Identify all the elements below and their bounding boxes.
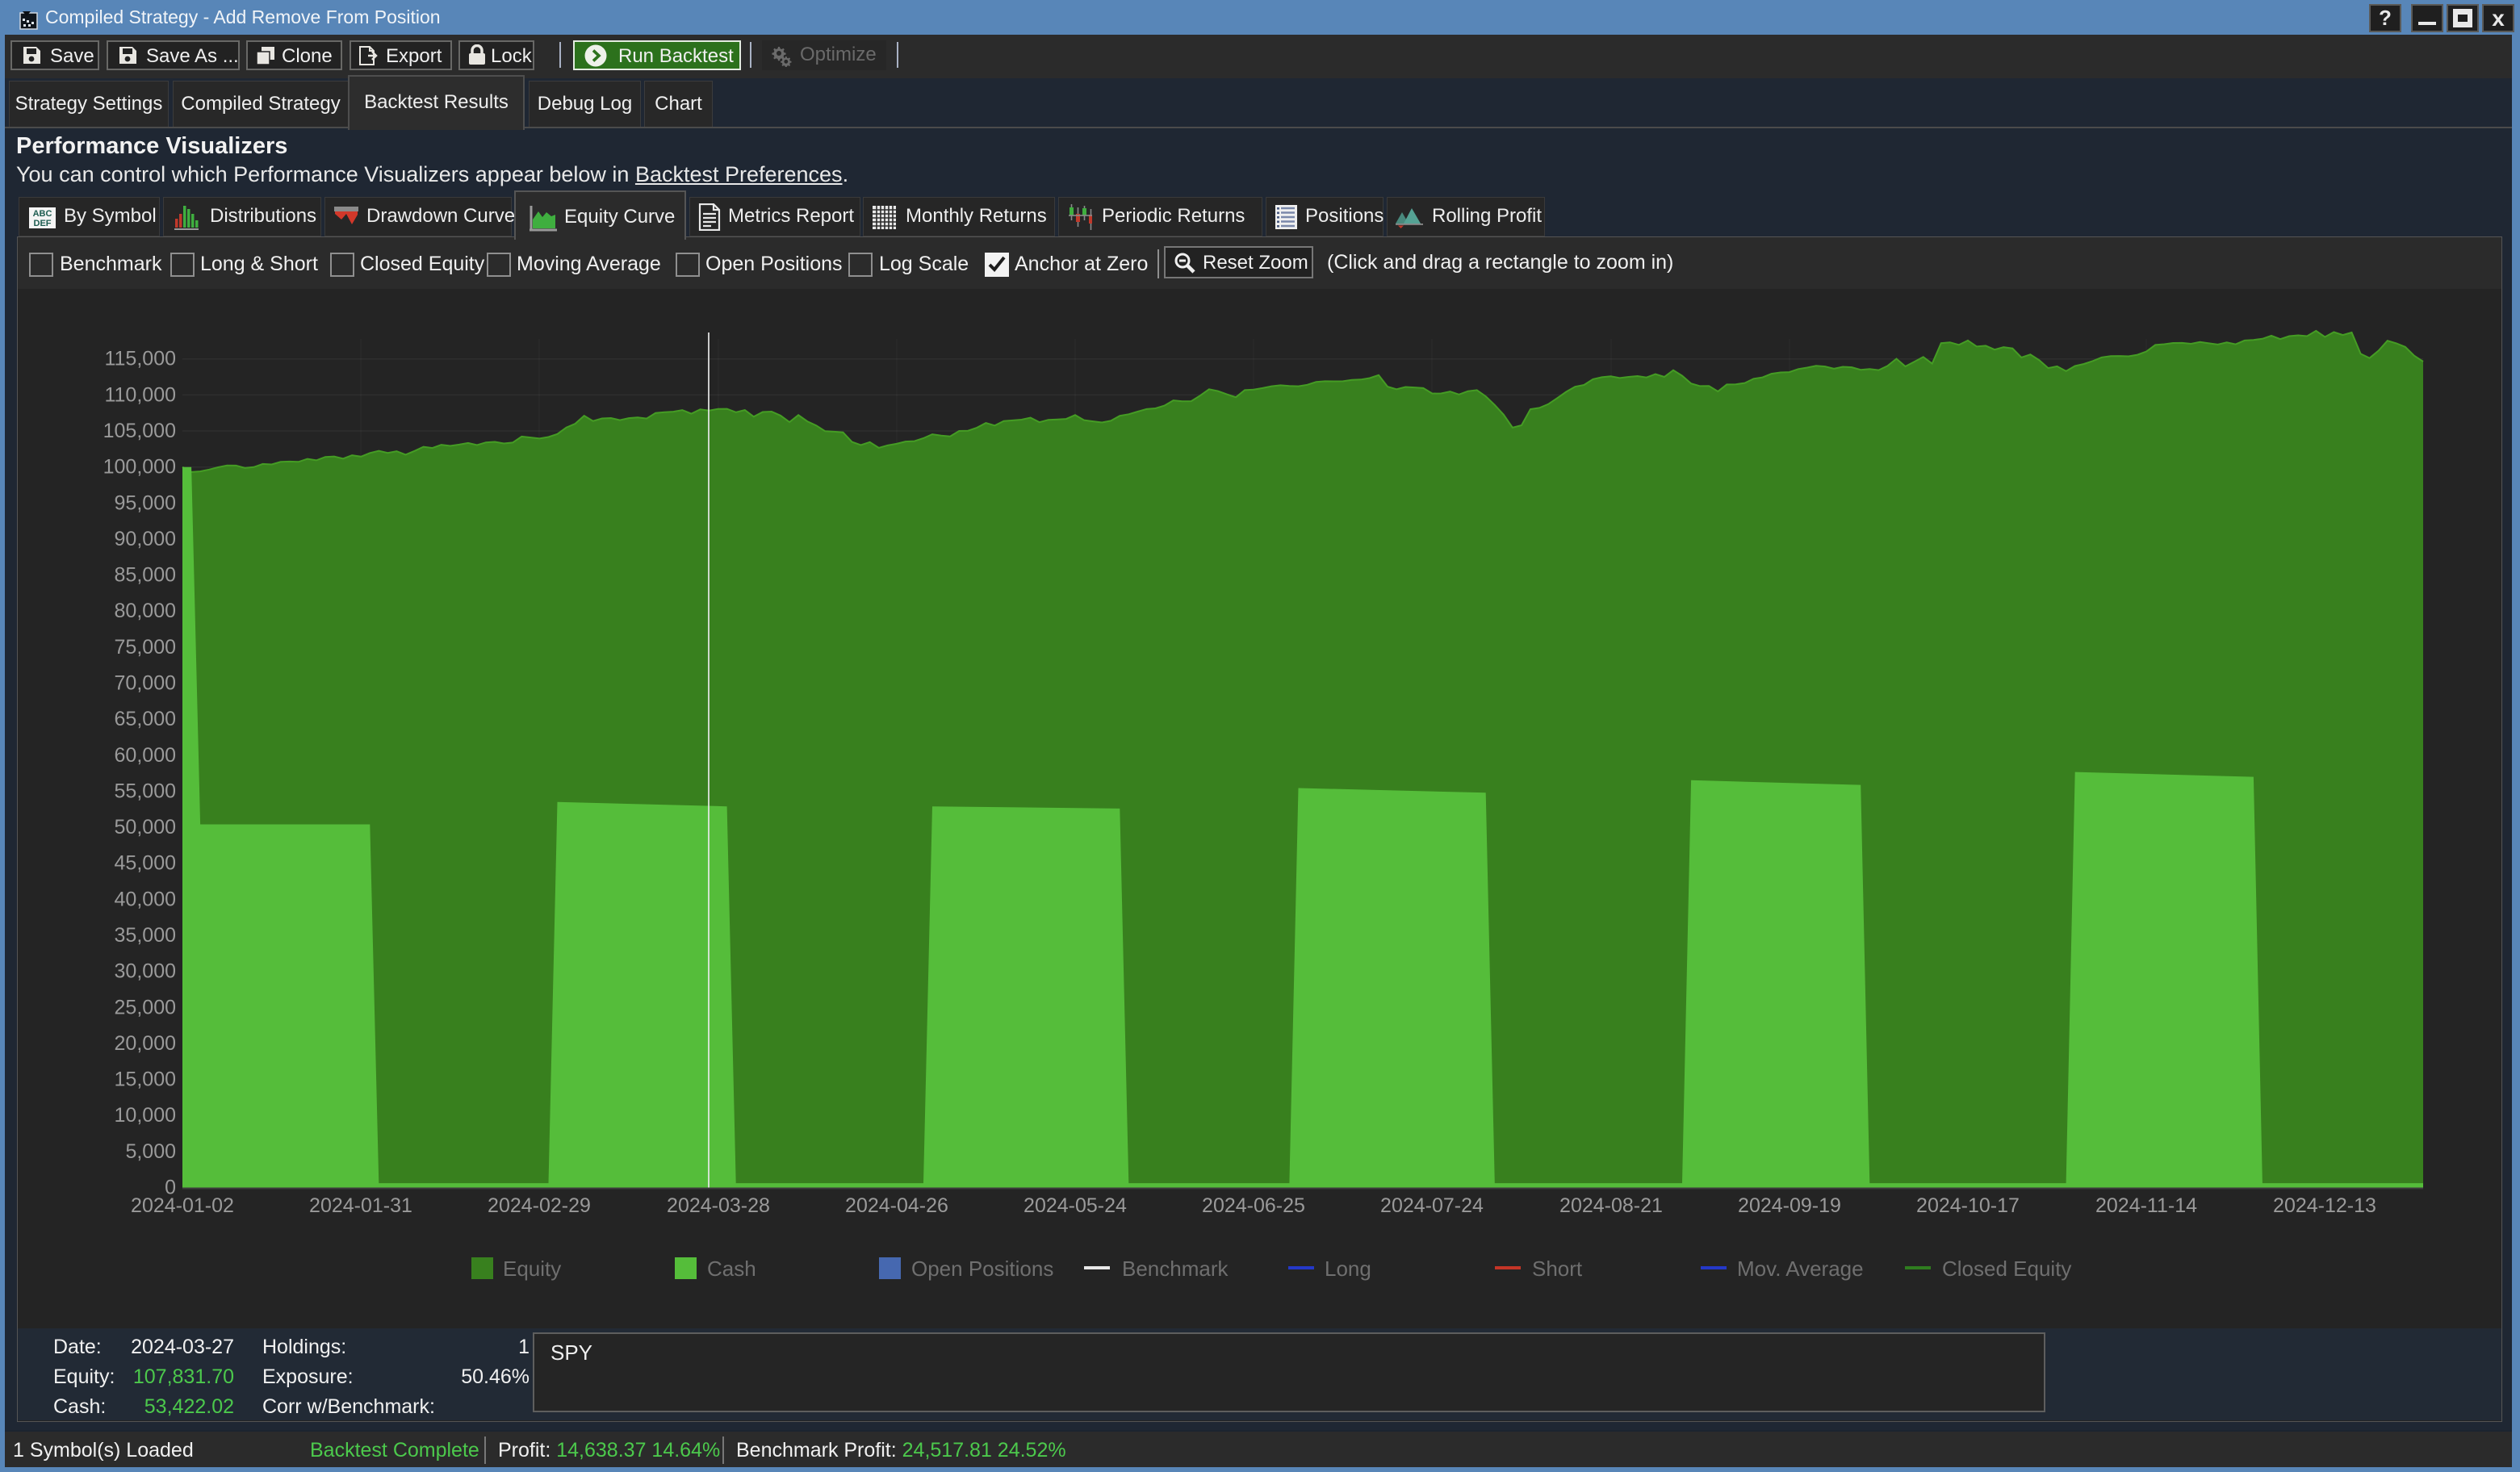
svg-text:Cash: Cash [707,1257,756,1281]
svg-text:Open Positions: Open Positions [911,1257,1053,1281]
svg-text:2024-02-29: 2024-02-29 [488,1194,591,1217]
svg-text:2024-10-17: 2024-10-17 [1916,1194,2020,1217]
svg-text:ABC: ABC [33,209,52,219]
svg-text:15,000: 15,000 [115,1068,176,1091]
svg-text:2024-01-31: 2024-01-31 [309,1194,412,1217]
svg-text:2024-08-21: 2024-08-21 [1559,1194,1663,1217]
svg-text:Long: Long [1325,1257,1371,1281]
svg-text:?: ? [2379,6,2392,30]
svg-text:85,000: 85,000 [115,564,176,587]
svg-text:Benchmark: Benchmark [1122,1257,1229,1281]
svg-text:95,000: 95,000 [115,491,176,514]
svg-text:Equity: Equity [503,1257,561,1281]
svg-text:40,000: 40,000 [115,888,176,910]
svg-text:Closed Equity: Closed Equity [1942,1257,2071,1281]
svg-text:20,000: 20,000 [115,1032,176,1055]
svg-text:2024-06-25: 2024-06-25 [1202,1194,1305,1217]
svg-text:60,000: 60,000 [115,744,176,767]
svg-text:30,000: 30,000 [115,960,176,983]
svg-text:70,000: 70,000 [115,672,176,695]
svg-text:5,000: 5,000 [125,1140,176,1163]
svg-text:115,000: 115,000 [104,348,176,370]
svg-text:50,000: 50,000 [115,816,176,838]
svg-text:10,000: 10,000 [115,1104,176,1127]
svg-text:110,000: 110,000 [104,383,176,406]
svg-text:45,000: 45,000 [115,852,176,875]
svg-text:65,000: 65,000 [115,708,176,730]
svg-text:35,000: 35,000 [115,924,176,947]
svg-text:DEF: DEF [34,219,52,228]
svg-text:2024-09-19: 2024-09-19 [1738,1194,1841,1217]
svg-text:2024-07-24: 2024-07-24 [1380,1194,1484,1217]
svg-text:2024-01-02: 2024-01-02 [131,1194,234,1217]
svg-text:Short: Short [1532,1257,1583,1281]
svg-text:25,000: 25,000 [115,996,176,1018]
svg-text:2024-05-24: 2024-05-24 [1023,1194,1127,1217]
svg-text:90,000: 90,000 [115,528,176,550]
svg-text:55,000: 55,000 [115,780,176,802]
svg-text:2024-11-14: 2024-11-14 [2095,1194,2197,1217]
svg-text:75,000: 75,000 [115,636,176,659]
svg-text:2024-12-13: 2024-12-13 [2273,1194,2376,1217]
svg-text:80,000: 80,000 [115,600,176,622]
svg-text:2024-03-28: 2024-03-28 [667,1194,770,1217]
svg-text:2024-04-26: 2024-04-26 [845,1194,948,1217]
svg-text:Mov. Average: Mov. Average [1737,1257,1864,1281]
svg-text:100,000: 100,000 [103,456,176,479]
svg-text:105,000: 105,000 [103,420,176,442]
svg-text:x: x [2492,6,2505,31]
